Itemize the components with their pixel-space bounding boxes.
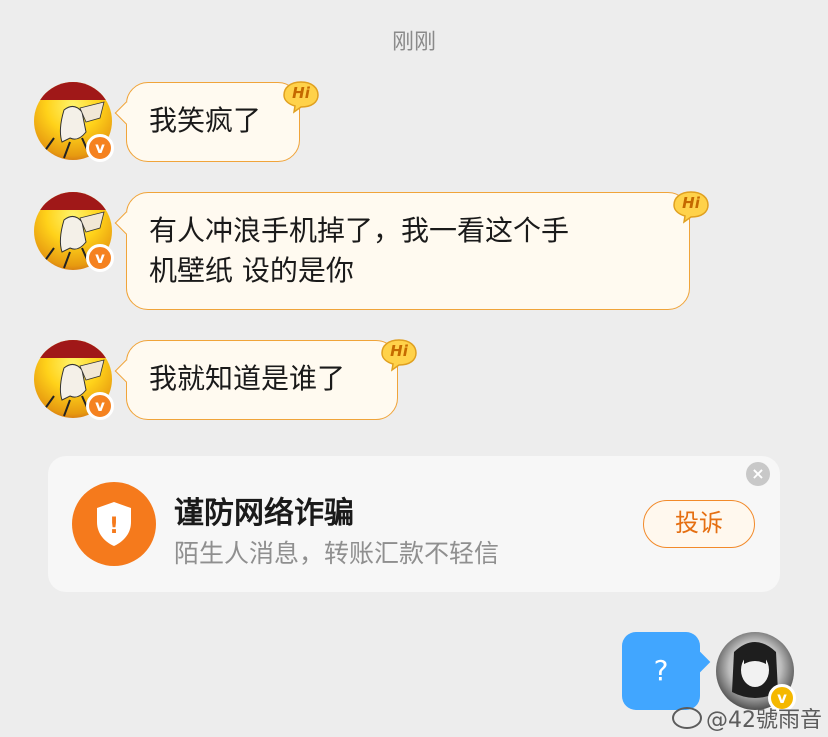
message-bubble[interactable]: 有人冲浪手机掉了，我一看这个手 机壁纸 设的是你	[114, 192, 690, 310]
my-message-text: ?	[653, 654, 669, 687]
fraud-warning-title: 谨防网络诈骗	[174, 496, 354, 531]
watermark: @42號雨音	[672, 702, 822, 734]
message-text: 我笑疯了	[149, 104, 262, 137]
chat-timestamp: 刚刚	[391, 30, 436, 55]
my-message-bubble[interactable]: ?	[622, 632, 711, 710]
message-text: 我就知道是谁了	[149, 362, 346, 395]
weibo-icon	[672, 707, 702, 729]
contact-avatar[interactable]: v	[34, 82, 114, 162]
message-text-line: 机壁纸 设的是你	[149, 254, 354, 287]
close-icon[interactable]: ×	[746, 462, 770, 486]
my-avatar[interactable]: v	[716, 632, 796, 712]
hi-sticker-icon: Hi	[380, 338, 418, 372]
message-text-line: 有人冲浪手机掉了，我一看这个手	[149, 214, 570, 247]
hi-sticker-icon: Hi	[282, 80, 320, 114]
fraud-warning-card: ! 谨防网络诈骗 陌生人消息，转账汇款不轻信 投诉 ×	[48, 456, 780, 592]
shield-warning-icon: !	[72, 482, 156, 566]
hi-sticker-icon: Hi	[672, 190, 710, 224]
fraud-warning-subtitle: 陌生人消息，转账汇款不轻信	[174, 539, 500, 568]
message-bubble[interactable]: 我就知道是谁了	[114, 340, 398, 420]
verified-badge-icon: v	[86, 392, 114, 420]
verified-badge-icon: v	[86, 134, 114, 162]
contact-avatar[interactable]: v	[34, 192, 114, 272]
svg-text:!: !	[109, 514, 119, 539]
contact-avatar[interactable]: v	[34, 340, 114, 420]
report-button[interactable]: 投诉	[643, 500, 755, 548]
verified-badge-icon: v	[86, 244, 114, 272]
message-bubble[interactable]: 我笑疯了	[114, 82, 300, 162]
